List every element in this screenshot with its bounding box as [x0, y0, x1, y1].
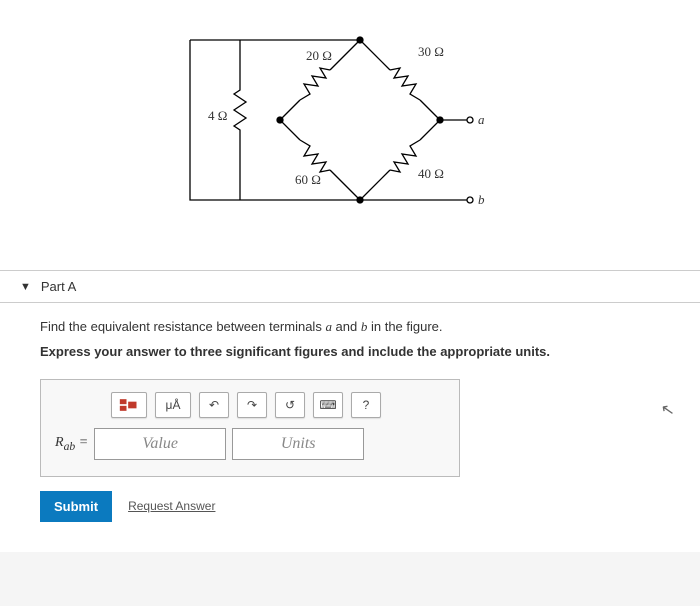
resistor-label-40: 40 Ω — [418, 166, 444, 182]
answer-box: μÅ ↶ ↷ ↺ ⌨ ? Rab = Value Units — [40, 379, 460, 477]
value-input[interactable]: Value — [94, 428, 226, 460]
templates-button[interactable] — [111, 392, 147, 418]
answer-lhs: Rab = — [55, 435, 88, 453]
circuit-diagram: 4 Ω 20 Ω 30 Ω 60 Ω 40 Ω a b — [170, 20, 520, 220]
request-answer-link[interactable]: Request Answer — [128, 499, 215, 513]
collapse-caret-icon: ▼ — [20, 281, 31, 293]
keyboard-button[interactable]: ⌨ — [313, 392, 343, 418]
part-header[interactable]: ▼ Part A — [0, 270, 700, 303]
help-button[interactable]: ? — [351, 392, 381, 418]
resistor-label-60: 60 Ω — [295, 172, 321, 188]
resistor-label-20: 20 Ω — [306, 48, 332, 64]
part-label: Part A — [41, 279, 76, 294]
units-input[interactable]: Units — [232, 428, 364, 460]
special-chars-button[interactable]: μÅ — [155, 392, 191, 418]
terminal-b: b — [478, 192, 485, 208]
reset-button[interactable]: ↺ — [275, 392, 305, 418]
resistor-label-30: 30 Ω — [418, 44, 444, 60]
cursor-icon: ↖ — [659, 399, 676, 421]
submit-button[interactable]: Submit — [40, 491, 112, 522]
terminal-a: a — [478, 112, 485, 128]
redo-button[interactable]: ↷ — [237, 392, 267, 418]
undo-button[interactable]: ↶ — [199, 392, 229, 418]
resistor-label-4: 4 Ω — [208, 108, 227, 124]
instructions: Find the equivalent resistance between t… — [0, 303, 700, 369]
